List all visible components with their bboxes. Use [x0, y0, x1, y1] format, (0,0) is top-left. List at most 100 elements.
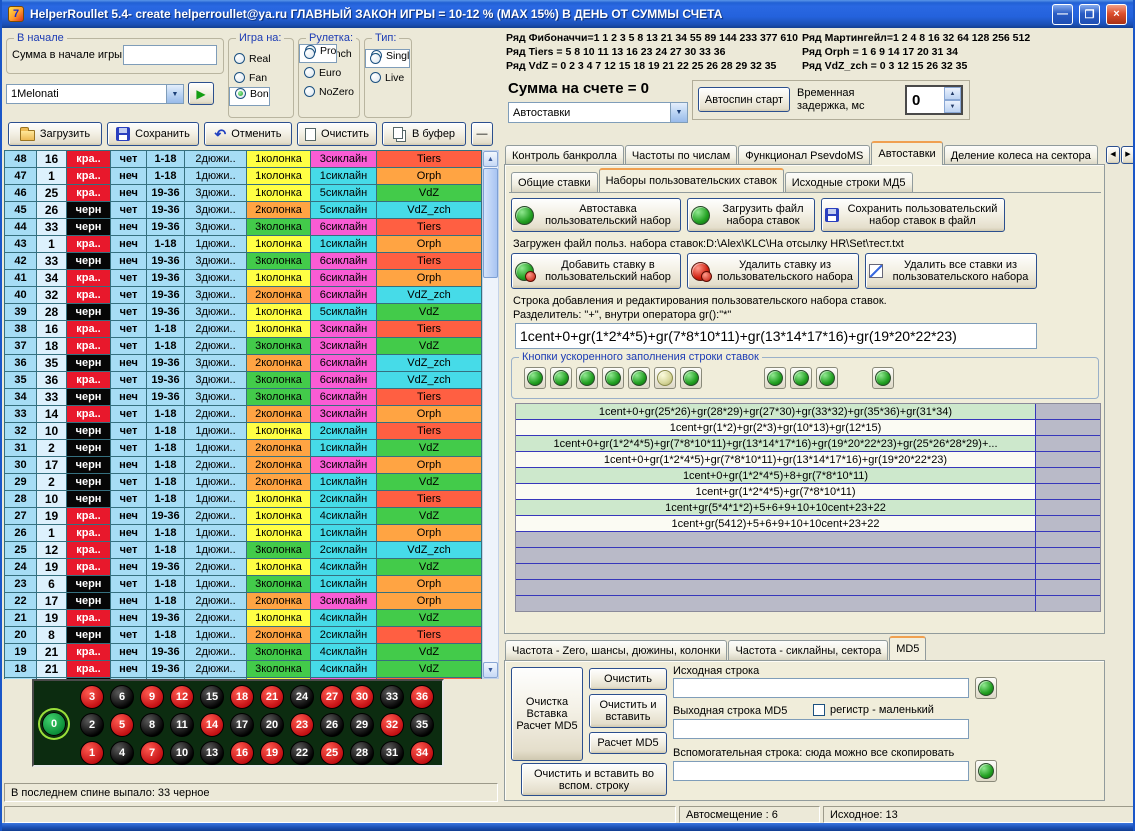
- bet-list-item[interactable]: 1cent+gr(1*2)+gr(2*3)+gr(10*13)+gr(12*15…: [516, 420, 1100, 436]
- quick-fill-chip-button-9[interactable]: [790, 367, 812, 389]
- play-button[interactable]: ▶: [188, 82, 214, 105]
- board-number-9[interactable]: 9: [140, 685, 164, 709]
- board-number-4[interactable]: 4: [110, 741, 134, 765]
- board-number-28[interactable]: 28: [350, 741, 374, 765]
- bet-list-item[interactable]: 1cent+0+gr(1*2*4*5)+gr(7*8*10*11)+gr(13*…: [516, 452, 1100, 468]
- md5-clear-paste-calc-button[interactable]: Очистка Вставка Расчет MD5: [511, 667, 583, 761]
- bet-list-item[interactable]: 1cent+gr(5*4*1*2)+5+6+9+10+10cent+23+22: [516, 500, 1100, 516]
- spins-scrollbar[interactable]: ▲ ▼: [482, 150, 499, 679]
- minimize-button[interactable]: —: [1052, 4, 1073, 25]
- bet-list-item[interactable]: 1cent+gr(1*2*4*5)+gr(7*8*10*11): [516, 484, 1100, 500]
- md5-aux-input[interactable]: [673, 761, 969, 781]
- radio-live[interactable]: Live: [365, 68, 411, 87]
- board-number-11[interactable]: 11: [170, 713, 194, 737]
- board-number-21[interactable]: 21: [260, 685, 284, 709]
- board-number-26[interactable]: 26: [320, 713, 344, 737]
- board-number-35[interactable]: 35: [410, 713, 434, 737]
- remove-bet-button[interactable]: Удалить ставку из пользовательского набо…: [687, 253, 859, 289]
- quick-fill-chip-button-1[interactable]: [524, 367, 546, 389]
- board-number-32[interactable]: 32: [380, 713, 404, 737]
- scroll-up-icon[interactable]: ▲: [483, 151, 498, 167]
- board-number-8[interactable]: 8: [140, 713, 164, 737]
- spinner-down-icon[interactable]: ▼: [944, 100, 961, 113]
- board-number-25[interactable]: 25: [320, 741, 344, 765]
- quick-fill-chip-button-2[interactable]: [550, 367, 572, 389]
- md5-source-chip-button[interactable]: [975, 677, 997, 699]
- load-bet-set-file-button[interactable]: Загрузить файл набора ставок: [687, 198, 815, 232]
- board-number-5[interactable]: 5: [110, 713, 134, 737]
- load-button[interactable]: Загрузить: [8, 122, 102, 146]
- board-number-31[interactable]: 31: [380, 741, 404, 765]
- bet-list-item[interactable]: 1cent+gr(5412)+5+6+9+10+10cent+23+22: [516, 516, 1100, 532]
- tab-freq-sixlines-sectors[interactable]: Частота - сиклайны, сектора: [728, 640, 888, 660]
- delay-spinner[interactable]: 0 ▲ ▼: [905, 85, 963, 115]
- bet-list-item[interactable]: 1cent+0+gr(1*2*4*5)+gr(7*8*10*11)+gr(13*…: [516, 436, 1100, 452]
- md5-calc-button[interactable]: Расчет MD5: [589, 732, 667, 754]
- bet-string-input[interactable]: 1cent+0+gr(1*2*4*5)+gr(7*8*10*11)+gr(13*…: [515, 323, 1037, 349]
- board-number-7[interactable]: 7: [140, 741, 164, 765]
- preset-select[interactable]: 1Melonati ▼: [6, 84, 184, 104]
- quick-fill-chip-button-11[interactable]: [872, 367, 894, 389]
- scrollbar-thumb[interactable]: [483, 168, 498, 278]
- board-number-15[interactable]: 15: [200, 685, 224, 709]
- quick-fill-chip-button-7[interactable]: [680, 367, 702, 389]
- quick-fill-chip-button-3[interactable]: [576, 367, 598, 389]
- board-number-17[interactable]: 17: [230, 713, 254, 737]
- tab-md5[interactable]: MD5: [889, 636, 926, 660]
- bet-list-item[interactable]: 1cent+0+gr(25*26)+gr(28*29)+gr(27*30)+gr…: [516, 404, 1100, 420]
- undo-button[interactable]: Отменить: [204, 122, 292, 146]
- board-number-16[interactable]: 16: [230, 741, 254, 765]
- board-number-19[interactable]: 19: [260, 741, 284, 765]
- board-number-30[interactable]: 30: [350, 685, 374, 709]
- board-number-1[interactable]: 1: [80, 741, 104, 765]
- tab-number-frequencies[interactable]: Частоты по числам: [625, 145, 737, 165]
- spinner-up-icon[interactable]: ▲: [944, 87, 961, 100]
- md5-case-checkbox[interactable]: регистр - маленький: [813, 704, 934, 716]
- board-number-14[interactable]: 14: [200, 713, 224, 737]
- board-number-24[interactable]: 24: [290, 685, 314, 709]
- tab-wheel-sectors[interactable]: Деление колеса на сектора: [944, 145, 1098, 165]
- board-number-36[interactable]: 36: [410, 685, 434, 709]
- quick-fill-chip-button-5[interactable]: [628, 367, 650, 389]
- tab-psevdoms-functional[interactable]: Функционал PsevdoMS: [738, 145, 870, 165]
- board-number-0[interactable]: 0: [42, 712, 66, 736]
- subtab-user-bet-sets[interactable]: Наборы пользовательских ставок: [599, 168, 784, 192]
- quick-fill-chip-button-8[interactable]: [764, 367, 786, 389]
- radio-bon[interactable]: Bon: [229, 87, 270, 106]
- subtab-general-bets[interactable]: Общие ставки: [511, 172, 598, 192]
- board-number-29[interactable]: 29: [350, 713, 374, 737]
- md5-clear-button[interactable]: Очистить: [589, 668, 667, 690]
- tab-freq-zero-chances-dozens-columns[interactable]: Частота - Zero, шансы, дюжины, колонки: [505, 640, 727, 660]
- autobets-select[interactable]: Автоставки ▼: [508, 102, 688, 123]
- remove-all-bets-button[interactable]: Удалить все ставки из пользовательского …: [865, 253, 1037, 289]
- chev​ron-down-icon[interactable]: ▼: [166, 85, 183, 103]
- md5-clear-and-paste-button[interactable]: Очистить и вставить: [589, 694, 667, 728]
- autobet-user-set-button[interactable]: Автоставка пользовательский набор: [511, 198, 681, 232]
- board-number-2[interactable]: 2: [80, 713, 104, 737]
- board-number-34[interactable]: 34: [410, 741, 434, 765]
- radio-real[interactable]: Real: [229, 49, 293, 68]
- save-button[interactable]: Сохранить: [107, 122, 199, 146]
- close-button[interactable]: ×: [1106, 4, 1127, 25]
- clear-button[interactable]: Очистить: [297, 122, 377, 146]
- md5-output-input[interactable]: [673, 719, 969, 739]
- board-number-10[interactable]: 10: [170, 741, 194, 765]
- quick-fill-chip-button-10[interactable]: [816, 367, 838, 389]
- board-number-18[interactable]: 18: [230, 685, 254, 709]
- md5-aux-chip-button[interactable]: [975, 760, 997, 782]
- board-number-23[interactable]: 23: [290, 713, 314, 737]
- radio-fan[interactable]: Fan: [229, 68, 293, 87]
- autospin-start-button[interactable]: Автоспин старт: [698, 87, 790, 112]
- tab-autobets[interactable]: Автоставки: [871, 141, 942, 165]
- quick-fill-chip-button-6[interactable]: [654, 367, 676, 389]
- tab-scroll-right-icon[interactable]: ▶: [1121, 146, 1135, 164]
- md5-clear-paste-aux-button[interactable]: Очистить и вставить во вспом. строку: [521, 763, 667, 796]
- board-number-13[interactable]: 13: [200, 741, 224, 765]
- tab-scroll-left-icon[interactable]: ◀: [1106, 146, 1120, 164]
- md5-source-input[interactable]: [673, 678, 969, 698]
- board-number-33[interactable]: 33: [380, 685, 404, 709]
- board-number-12[interactable]: 12: [170, 685, 194, 709]
- collapse-button[interactable]: —: [471, 122, 493, 146]
- subtab-md5-source-strings[interactable]: Исходные строки МД5: [785, 172, 913, 192]
- start-sum-input[interactable]: [123, 45, 217, 65]
